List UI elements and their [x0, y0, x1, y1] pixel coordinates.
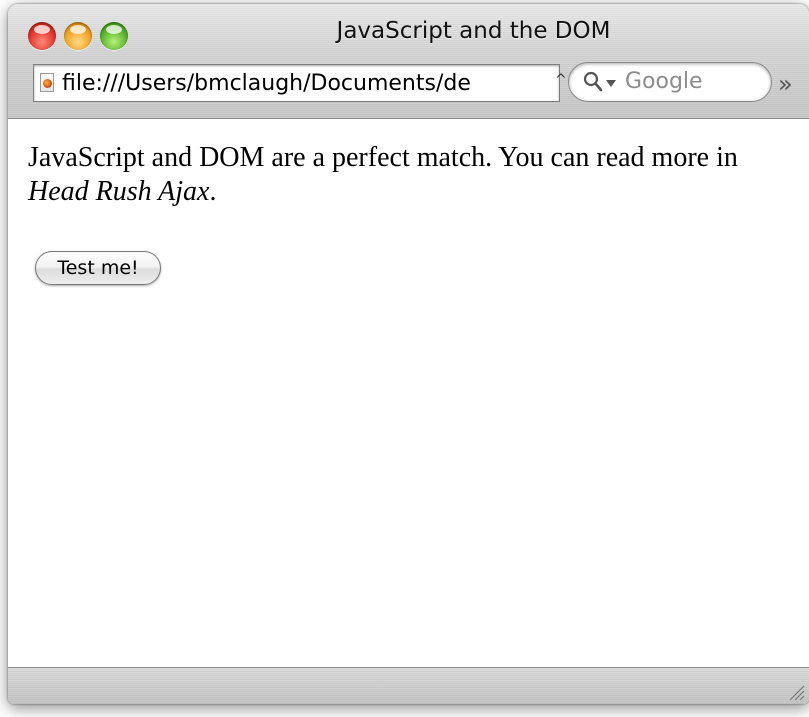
- search-options-chevron-icon[interactable]: [606, 80, 616, 88]
- minimize-button-icon[interactable]: [64, 22, 92, 50]
- test-me-button[interactable]: Test me!: [35, 251, 161, 285]
- toolbar-overflow-icon[interactable]: »: [778, 70, 793, 98]
- page-content: JavaScript and DOM are a perfect match. …: [8, 119, 809, 667]
- close-button-icon[interactable]: [28, 22, 56, 50]
- address-bar[interactable]: file:///Users/bmclaugh/Documents/de: [33, 64, 560, 102]
- zoom-button-icon[interactable]: [100, 22, 128, 50]
- window-title: JavaScript and the DOM: [336, 18, 611, 44]
- intro-paragraph: JavaScript and DOM are a perfect match. …: [28, 141, 788, 209]
- intro-text-end: .: [209, 176, 217, 207]
- browser-window: JavaScript and the DOM file:///Users/bmc…: [8, 4, 809, 704]
- status-bar: [8, 667, 809, 704]
- search-placeholder: Google: [625, 69, 703, 94]
- search-icon[interactable]: [583, 71, 603, 93]
- url-text[interactable]: file:///Users/bmclaugh/Documents/de: [62, 71, 557, 96]
- page-icon: [40, 73, 54, 92]
- search-field[interactable]: Google: [568, 62, 772, 102]
- intro-text: JavaScript and DOM are a perfect match. …: [28, 142, 738, 173]
- window-toolbar: JavaScript and the DOM file:///Users/bmc…: [8, 4, 809, 119]
- url-dropdown-icon[interactable]: ^: [555, 72, 567, 88]
- book-title: Head Rush Ajax: [28, 176, 210, 207]
- resize-grip-icon[interactable]: [787, 683, 805, 701]
